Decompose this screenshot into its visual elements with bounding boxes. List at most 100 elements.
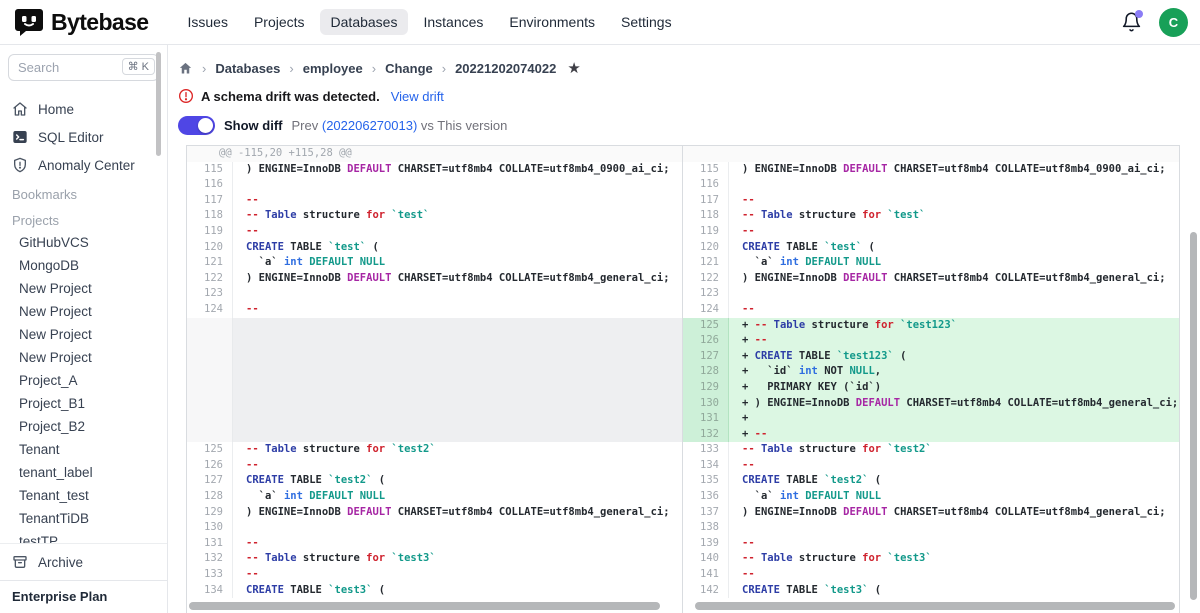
sidebar-item-sql-editor[interactable]: SQL Editor — [0, 123, 167, 151]
plan-label: Enterprise Plan — [0, 580, 167, 613]
nav-item-projects[interactable]: Projects — [243, 9, 316, 35]
sidebar-item-label: SQL Editor — [38, 130, 104, 145]
code-line — [233, 380, 682, 396]
line-number: 133 — [187, 567, 233, 583]
alert-icon — [178, 88, 194, 104]
line-number: 132 — [187, 551, 233, 567]
breadcrumb-item[interactable]: Change — [385, 61, 433, 76]
code-line: -- — [233, 302, 682, 318]
line-number — [187, 380, 233, 396]
code-line: `a` int DEFAULT NULL — [233, 255, 682, 271]
code-line — [233, 427, 682, 443]
line-number: 115 — [683, 162, 729, 178]
nav-item-instances[interactable]: Instances — [412, 9, 494, 35]
sql-editor-icon — [12, 129, 28, 145]
sidebar-project-item[interactable]: Project_A — [0, 369, 167, 392]
diff-code-row: 131-- — [187, 536, 682, 552]
code-line: CREATE TABLE `test` ( — [729, 240, 1179, 256]
code-line — [233, 177, 682, 193]
diff-code-row: 124-- — [683, 302, 1179, 318]
diff-filler-row — [187, 396, 682, 412]
sidebar-project-item[interactable]: Tenant — [0, 438, 167, 461]
line-number: 118 — [683, 208, 729, 224]
sidebar-project-item[interactable]: New Project — [0, 277, 167, 300]
breadcrumb-item[interactable]: Databases — [215, 61, 280, 76]
breadcrumb-item[interactable]: employee — [303, 61, 363, 76]
sidebar-item-archive[interactable]: Archive — [0, 548, 167, 576]
avatar[interactable]: C — [1159, 8, 1188, 37]
code-line — [233, 364, 682, 380]
prev-version-link[interactable]: (202206270013) — [322, 118, 417, 133]
sidebar-project-item[interactable]: MongoDB — [0, 254, 167, 277]
nav-item-settings[interactable]: Settings — [610, 9, 683, 35]
line-number: 116 — [187, 177, 233, 193]
diff-filler-row — [187, 427, 682, 443]
sidebar-project-item[interactable]: GitHubVCS — [0, 231, 167, 254]
code-line: -- Table structure for `test` — [729, 208, 1179, 224]
diff-added-row: 126+ -- — [683, 333, 1179, 349]
sidebar-project-item[interactable]: TenantTiDB — [0, 507, 167, 530]
line-number — [187, 364, 233, 380]
line-number: 142 — [683, 583, 729, 599]
code-line: ) ENGINE=InnoDB DEFAULT CHARSET=utf8mb4 … — [729, 162, 1179, 178]
main-vertical-scrollbar[interactable] — [1190, 232, 1197, 600]
diff-panel-current: 115) ENGINE=InnoDB DEFAULT CHARSET=utf8m… — [683, 146, 1179, 613]
horizontal-scrollbar-left[interactable] — [187, 599, 682, 613]
code-line: ) ENGINE=InnoDB DEFAULT CHARSET=utf8mb4 … — [233, 162, 682, 178]
sidebar-scroll-area: Home SQL Editor Anomaly Center — [0, 87, 167, 543]
code-line — [233, 318, 682, 334]
sidebar-scrollbar[interactable] — [156, 52, 161, 156]
nav-item-issues[interactable]: Issues — [176, 9, 238, 35]
code-line: + `id` int NOT NULL, — [729, 364, 1179, 380]
sidebar-project-item[interactable]: tenant_label — [0, 461, 167, 484]
diff-added-row: 132+ -- — [683, 427, 1179, 443]
code-line: `a` int DEFAULT NULL — [729, 489, 1179, 505]
sidebar-project-item[interactable]: testTP — [0, 530, 167, 543]
schema-drift-alert: A schema drift was detected. View drift — [178, 87, 1200, 105]
line-number: 120 — [187, 240, 233, 256]
diff-code-row: 126-- — [187, 458, 682, 474]
diff-code-row: 141-- — [683, 567, 1179, 583]
diff-code-row: 130 — [187, 520, 682, 536]
code-line: -- — [233, 458, 682, 474]
code-line: CREATE TABLE `test` ( — [233, 240, 682, 256]
sidebar-project-item[interactable]: Project_B1 — [0, 392, 167, 415]
notifications-button[interactable] — [1121, 11, 1143, 33]
diff-code-row: 119-- — [683, 224, 1179, 240]
show-diff-toggle[interactable] — [178, 116, 215, 135]
sidebar-project-item[interactable]: New Project — [0, 300, 167, 323]
code-line — [729, 520, 1179, 536]
line-number: 125 — [187, 442, 233, 458]
line-number — [187, 333, 233, 349]
sidebar-project-item[interactable]: New Project — [0, 346, 167, 369]
diff-code-row: 137) ENGINE=InnoDB DEFAULT CHARSET=utf8m… — [683, 505, 1179, 521]
sidebar-project-item[interactable]: New Project — [0, 323, 167, 346]
home-icon — [12, 101, 28, 117]
line-number: 119 — [187, 224, 233, 240]
diff-code-row: 120CREATE TABLE `test` ( — [683, 240, 1179, 256]
anomaly-center-icon — [12, 157, 28, 173]
breadcrumb-item[interactable]: 20221202074022 — [455, 61, 556, 76]
sidebar-item-home[interactable]: Home — [0, 95, 167, 123]
line-number: 131 — [683, 411, 729, 427]
nav-item-environments[interactable]: Environments — [498, 9, 606, 35]
code-line: + — [729, 411, 1179, 427]
sidebar-project-item[interactable]: Project_B2 — [0, 415, 167, 438]
code-line: -- — [233, 193, 682, 209]
nav-item-databases[interactable]: Databases — [320, 9, 409, 35]
code-line: -- — [729, 302, 1179, 318]
line-number: 135 — [683, 473, 729, 489]
sidebar-item-anomaly-center[interactable]: Anomaly Center — [0, 151, 167, 179]
brand[interactable]: Bytebase — [14, 7, 148, 37]
diff-code-row: 117-- — [187, 193, 682, 209]
schema-diff-viewer: @@ -115,20 +115,28 @@115) ENGINE=InnoDB … — [186, 145, 1180, 613]
diff-code-row: 116 — [187, 177, 682, 193]
horizontal-scrollbar-right[interactable] — [683, 599, 1179, 613]
line-number: 137 — [683, 505, 729, 521]
sidebar-project-item[interactable]: Tenant_test — [0, 484, 167, 507]
breadcrumb-home-icon[interactable] — [178, 61, 193, 76]
star-icon[interactable]: ★ — [567, 59, 580, 77]
vs-label: vs This version — [421, 118, 507, 133]
view-drift-link[interactable]: View drift — [391, 89, 444, 104]
brand-name: Bytebase — [51, 9, 148, 36]
